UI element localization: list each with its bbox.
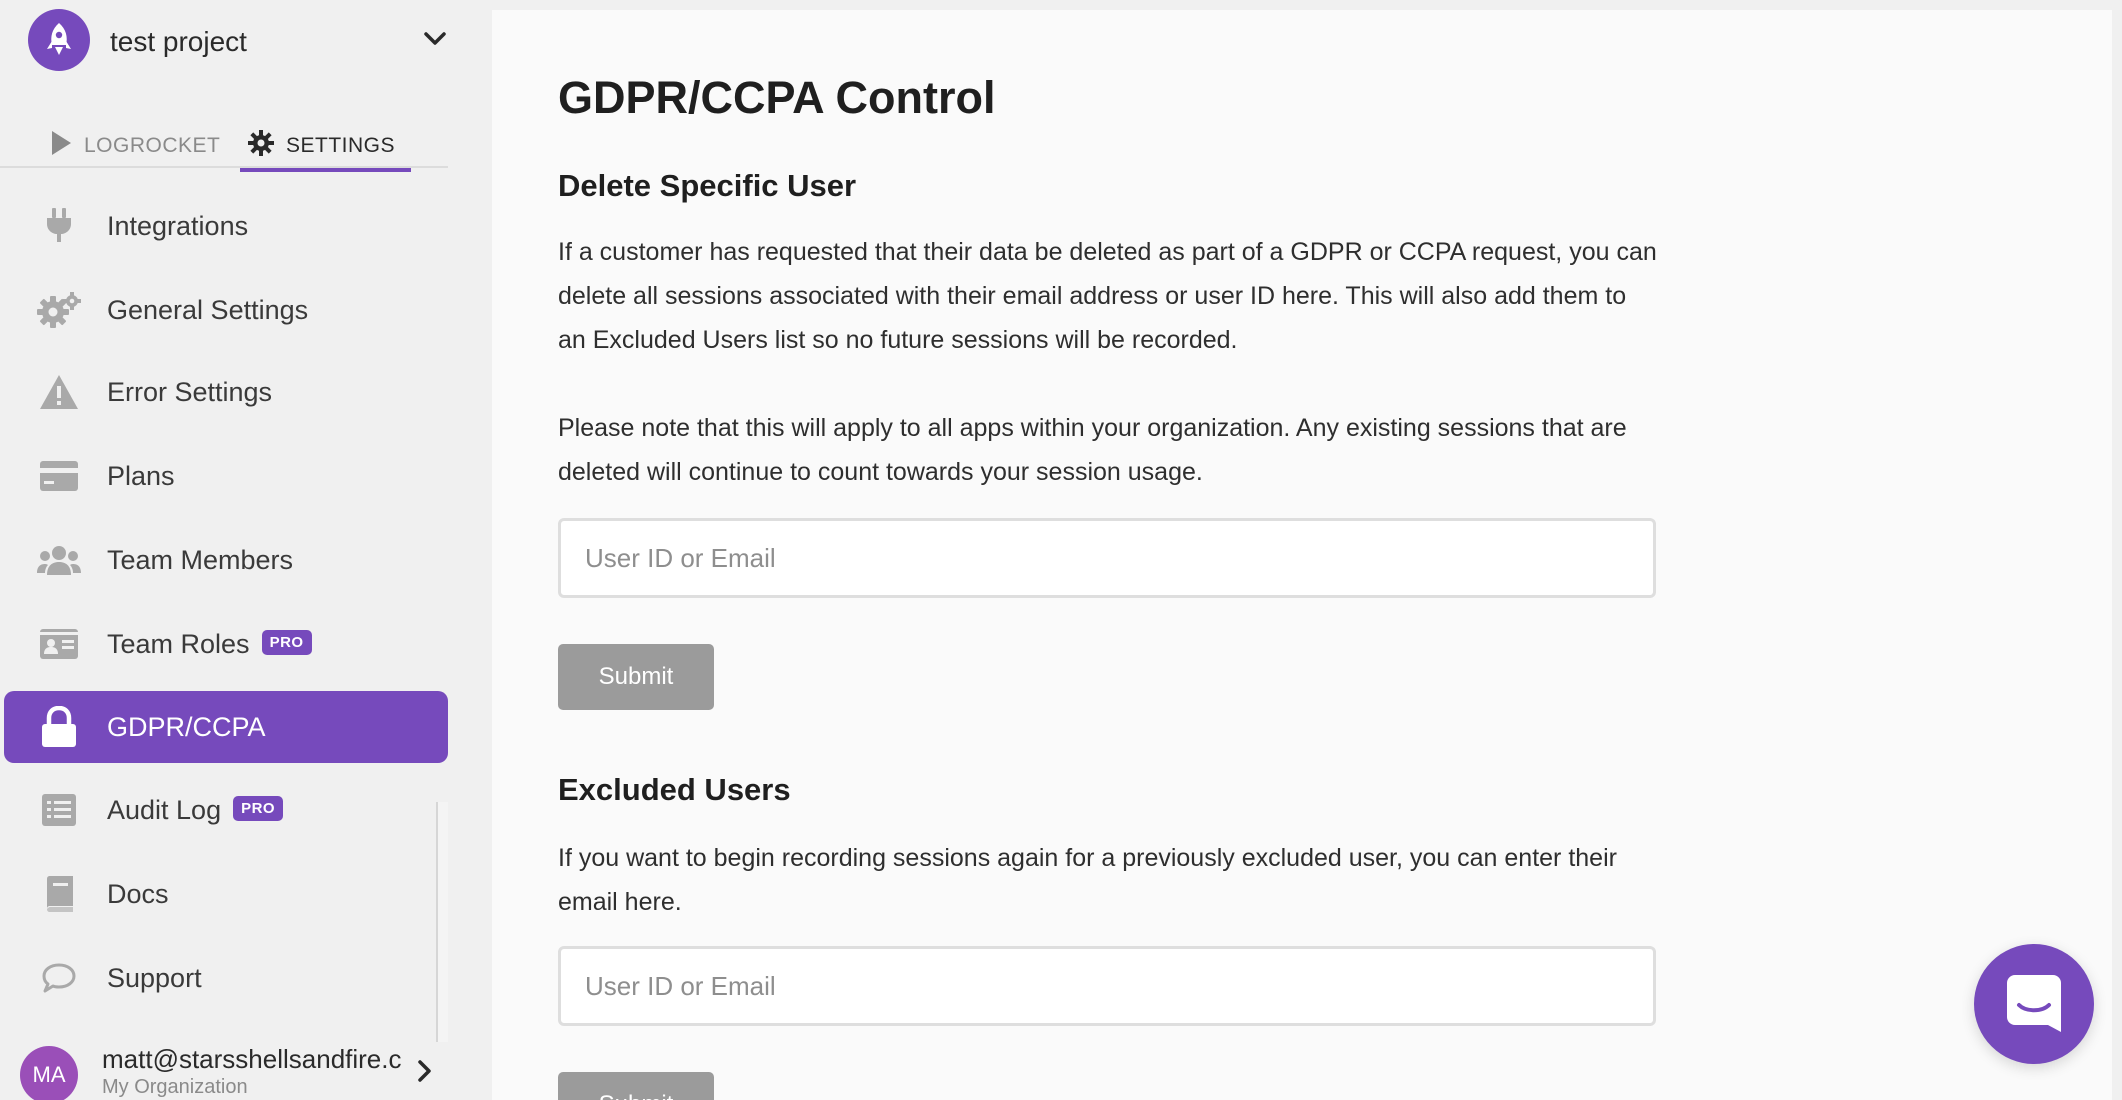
- excluded-user-id-input[interactable]: [558, 946, 1656, 1026]
- user-email: matt@starsshellsandfire.c: [102, 1044, 402, 1074]
- credit-card-icon: [36, 453, 82, 499]
- sidebar-item-label: Audit Log PRO: [107, 794, 284, 826]
- sidebar-item-team-roles[interactable]: Team Roles PRO: [4, 608, 448, 680]
- sidebar-item-support[interactable]: Support: [4, 942, 448, 1014]
- sidebar-item-label: Team Roles PRO: [107, 629, 312, 660]
- main-panel: GDPR/CCPA Control Delete Specific User I…: [492, 10, 2112, 1100]
- pro-badge: PRO: [261, 629, 312, 655]
- tab-logrocket[interactable]: LOGROCKET: [50, 124, 220, 168]
- sidebar-item-label: Team Members: [107, 544, 294, 575]
- gears-icon: [36, 287, 82, 333]
- delete-user-section-title: Delete Specific User: [558, 168, 857, 203]
- warning-icon: [36, 369, 82, 415]
- tab-settings[interactable]: SETTINGS: [239, 124, 412, 172]
- sidebar-item-label: Integrations: [107, 210, 249, 241]
- sidebar-item-team-members[interactable]: Team Members: [4, 524, 448, 596]
- users-icon: [36, 537, 82, 583]
- delete-user-description: If a customer has requested that their d…: [558, 238, 1657, 354]
- sidebar-item-gdpr-ccpa[interactable]: GDPR/CCPA: [4, 691, 448, 763]
- sidebar-item-text: Audit Log: [107, 794, 222, 825]
- page-title: GDPR/CCPA Control: [558, 72, 996, 123]
- sidebar-item-general-settings[interactable]: General Settings: [4, 274, 448, 346]
- sidebar: test project LOGROCKET SETTINGS Integrat…: [0, 0, 448, 1100]
- id-card-icon: [36, 621, 82, 667]
- chevron-right-icon[interactable]: [418, 1060, 432, 1087]
- user-org: My Organization: [102, 1076, 248, 1098]
- excluded-user-submit-button[interactable]: Submit: [558, 1072, 714, 1100]
- lock-icon: [36, 704, 82, 750]
- tab-settings-label: SETTINGS: [286, 134, 396, 157]
- delete-user-id-input[interactable]: [558, 518, 1656, 598]
- sidebar-item-integrations[interactable]: Integrations: [4, 190, 448, 262]
- sidebar-item-label: Plans: [107, 460, 175, 491]
- tab-logrocket-label: LOGROCKET: [84, 134, 221, 157]
- delete-user-note: Please note that this will apply to all …: [558, 414, 1627, 486]
- sidebar-item-text: Team Roles: [107, 628, 250, 659]
- sidebar-scrollbar[interactable]: [436, 802, 448, 1042]
- top-tabs: LOGROCKET SETTINGS: [0, 118, 448, 172]
- sidebar-item-label: General Settings: [107, 294, 309, 325]
- list-icon: [36, 787, 82, 833]
- project-name: test project: [110, 26, 247, 57]
- excluded-users-section-title: Excluded Users: [558, 772, 791, 807]
- delete-user-submit-button[interactable]: Submit: [558, 644, 714, 710]
- sidebar-item-label: Support: [107, 962, 202, 993]
- sidebar-item-audit-log[interactable]: Audit Log PRO: [4, 774, 448, 846]
- sidebar-item-error-settings[interactable]: Error Settings: [4, 356, 448, 428]
- pro-badge: PRO: [233, 795, 284, 821]
- play-icon: [50, 130, 72, 162]
- gear-icon: [248, 130, 274, 162]
- project-switcher[interactable]: test project: [0, 0, 448, 86]
- sidebar-item-plans[interactable]: Plans: [4, 440, 448, 512]
- excluded-users-description: If you want to begin recording sessions …: [558, 844, 1617, 916]
- book-icon: [36, 871, 82, 917]
- chat-bubble-icon: [36, 955, 82, 1001]
- plug-icon: [36, 203, 82, 249]
- avatar: MA: [20, 1046, 78, 1100]
- chat-launcher-button[interactable]: [1974, 944, 2094, 1064]
- rocket-logo-icon: [28, 9, 90, 71]
- messenger-icon: [2004, 972, 2064, 1037]
- sidebar-item-docs[interactable]: Docs: [4, 858, 448, 930]
- sidebar-item-label: Docs: [107, 878, 169, 909]
- chevron-down-icon[interactable]: [424, 32, 446, 51]
- sidebar-item-label: GDPR/CCPA: [107, 711, 266, 742]
- sidebar-item-label: Error Settings: [107, 376, 273, 407]
- user-menu[interactable]: MA matt@starsshellsandfire.c My Organiza…: [0, 1036, 448, 1100]
